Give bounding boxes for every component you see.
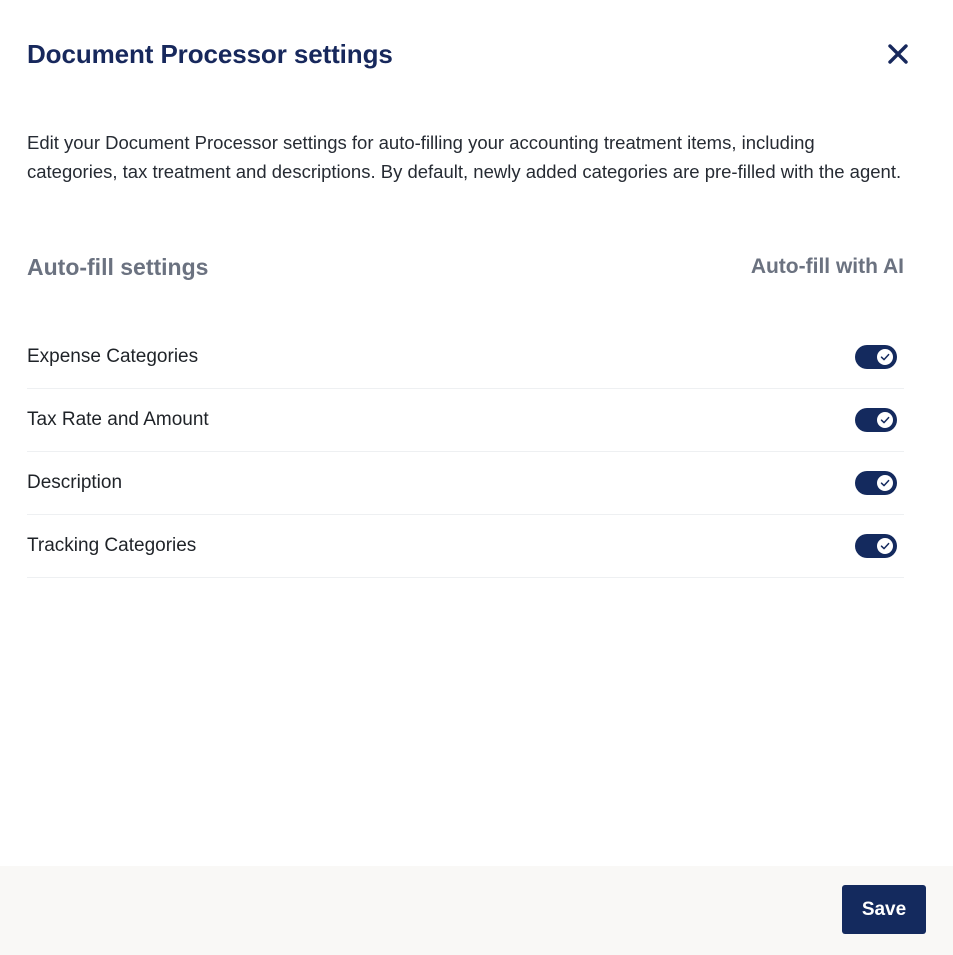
toggle-knob [877, 474, 893, 491]
toggle-knob [877, 537, 893, 554]
setting-label: Expense Categories [27, 345, 199, 367]
dialog-description: Edit your Document Processor settings fo… [27, 132, 902, 182]
dialog-title: Document Processor settings [27, 38, 393, 69]
tracking-categories-toggle[interactable] [855, 533, 897, 558]
close-icon [888, 44, 908, 64]
toggle-knob [877, 411, 893, 428]
setting-label: Tax Rate and Amount [27, 408, 209, 430]
check-icon [880, 542, 890, 549]
check-icon [880, 353, 890, 360]
setting-row-tracking-categories: Tracking Categories [27, 515, 904, 578]
close-button[interactable] [883, 39, 913, 69]
setting-label: Description [27, 471, 123, 493]
section-title: Auto-fill settings [27, 253, 209, 280]
dialog-header: Document Processor settings [27, 36, 908, 72]
check-icon [880, 479, 890, 486]
description-toggle[interactable] [855, 470, 897, 495]
tax-rate-toggle[interactable] [855, 407, 897, 432]
column-label-auto-fill: Auto-fill with AI [750, 255, 904, 278]
toggle-knob [877, 348, 893, 365]
settings-dialog: Document Processor settings Edit your Do… [0, 0, 953, 955]
setting-row-expense-categories: Expense Categories [27, 326, 904, 389]
settings-list: Expense Categories Tax Rate and Amount D… [27, 326, 904, 578]
section-header: Auto-fill settings Auto-fill with AI [27, 251, 904, 283]
save-button[interactable]: Save [842, 885, 926, 934]
setting-row-description: Description [27, 452, 904, 515]
setting-label: Tracking Categories [27, 534, 197, 556]
dialog-footer: Save [0, 866, 953, 955]
expense-categories-toggle[interactable] [855, 344, 897, 369]
check-icon [880, 416, 890, 423]
setting-row-tax-rate: Tax Rate and Amount [27, 389, 904, 452]
